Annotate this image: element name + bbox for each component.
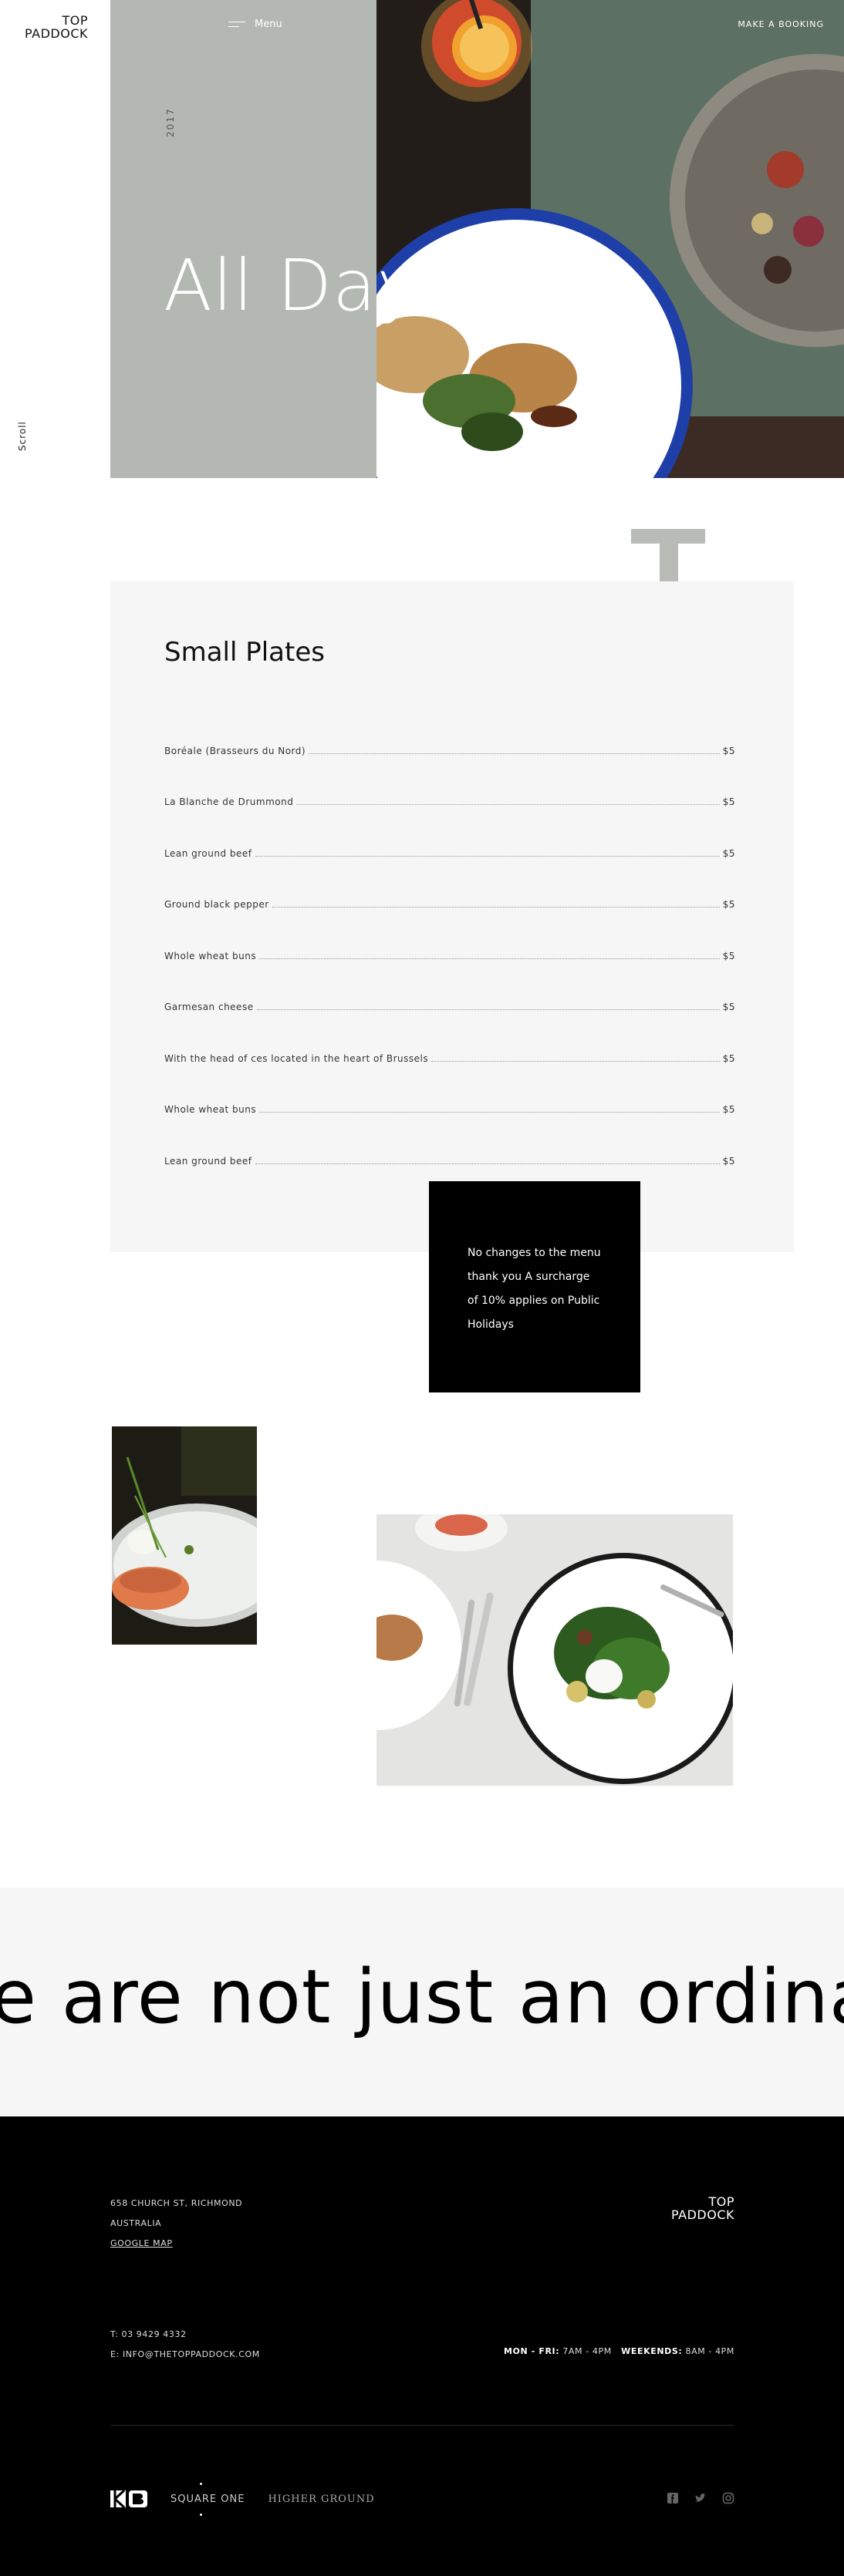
twitter-icon[interactable] (694, 2492, 707, 2504)
hero-grey-panel (110, 0, 376, 478)
dotted-leader (309, 753, 720, 754)
menu-item-name: Lean ground beef (164, 1155, 252, 1167)
menu-item-price: $5 (722, 950, 735, 961)
footer-divider (110, 2425, 734, 2426)
brand-square-one[interactable]: SQUARE ONE (170, 2482, 245, 2516)
menu-item-name: With the head of ces located in the hear… (164, 1052, 429, 1064)
menu-item: Boréale (Brasseurs du Nord) $5 (164, 705, 735, 756)
brand-higher-ground[interactable]: HIGHER GROUND (268, 2494, 374, 2505)
hours-weekday-label: MON - FRI: (504, 2346, 560, 2356)
dotted-leader (255, 855, 720, 857)
menu-item: Lean ground beef $5 (164, 1115, 735, 1167)
kb-logo-icon[interactable] (110, 2490, 147, 2507)
menu-item-name: Boréale (Brasseurs du Nord) (164, 745, 306, 756)
menu-item-name: Lean ground beef (164, 847, 252, 859)
menu-item-price: $5 (722, 1052, 735, 1064)
social-links (667, 2492, 734, 2504)
footer-logo-line-top: TOP (708, 2194, 734, 2209)
decorative-t-shape (631, 529, 705, 581)
google-map-link[interactable]: GOOGLE MAP (110, 2234, 242, 2254)
footer-address: 658 CHURCH ST, RICHMOND AUSTRALIA GOOGLE… (110, 2194, 242, 2254)
dotted-leader (259, 1112, 720, 1113)
footer-logo[interactable]: TOP PADDOCK (671, 2195, 734, 2221)
scroll-indicator[interactable]: Scroll (17, 421, 28, 451)
menu-item-price: $5 (722, 899, 735, 910)
menu-item-name: La Blanche de Drummond (164, 796, 294, 807)
site-footer: 658 CHURCH ST, RICHMOND AUSTRALIA GOOGLE… (0, 2116, 844, 2576)
address-country: AUSTRALIA (110, 2218, 162, 2228)
menu-item-name: Whole wheat buns (164, 950, 257, 961)
hours-weekday: 7AM - 4PM (562, 2346, 612, 2356)
menu-item: Garmesan cheese $5 (164, 961, 735, 1012)
menu-item: Lean ground beef $5 (164, 807, 735, 859)
footer-contact: T: 03 9429 4332 E: INFO@THETOPPADDOCK.CO… (110, 2325, 260, 2365)
menu-list: Boréale (Brasseurs du Nord) $5 La Blanche… (164, 705, 735, 1167)
menu-item-name: Garmesan cheese (164, 1002, 254, 1012)
instagram-icon[interactable] (722, 2492, 734, 2504)
facebook-icon[interactable] (667, 2492, 679, 2504)
menu-item: Whole wheat buns $5 (164, 1064, 735, 1115)
phone-number[interactable]: T: 03 9429 4332 (110, 2325, 260, 2345)
dotted-leader (431, 1060, 720, 1062)
dotted-leader (296, 804, 720, 805)
hamburger-icon (228, 21, 245, 29)
logo-line-bottom: PADDOCK (25, 26, 88, 41)
dotted-leader (259, 958, 720, 959)
marquee-text: e are not just an ordina (0, 1954, 844, 2040)
hours-weekend-label: WEEKENDS: (621, 2346, 683, 2356)
menu-item-price: $5 (722, 745, 735, 756)
menu-item-name: Whole wheat buns (164, 1104, 257, 1115)
menu-item-price: $5 (722, 1104, 735, 1115)
logo-line-top: TOP (62, 13, 88, 28)
menu-item-name: Ground black pepper (164, 899, 269, 910)
site-logo[interactable]: TOP PADDOCK (14, 14, 88, 40)
poached-egg-dish-photo (376, 1514, 733, 1786)
brand-square-one-label: SQUARE ONE (170, 2493, 245, 2505)
menu-toggle-button[interactable]: Menu (228, 19, 282, 30)
menu-item: Ground black pepper $5 (164, 859, 735, 910)
menu-item-price: $5 (722, 1155, 735, 1167)
menu-item-price: $5 (722, 847, 735, 859)
menu-note: No changes to the menu thank you A surch… (429, 1181, 640, 1392)
page-title: All Day Menu (164, 244, 641, 327)
hero-year: 2017 (165, 107, 176, 137)
opening-hours: MON - FRI: 7AM - 4PM WEEKENDS: 8AM - 4PM (504, 2346, 734, 2356)
menu-item-price: $5 (722, 796, 735, 807)
menu-item: La Blanche de Drummond $5 (164, 756, 735, 807)
menu-toggle-label: Menu (255, 19, 282, 30)
menu-item: With the head of ces located in the hear… (164, 1012, 735, 1064)
hours-weekend: 8AM - 4PM (685, 2346, 734, 2356)
dotted-leader (256, 1009, 720, 1010)
menu-card: Small Plates Boréale (Brasseurs du Nord)… (110, 581, 794, 1252)
footer-logo-line-bottom: PADDOCK (671, 2207, 734, 2222)
make-booking-link[interactable]: MAKE A BOOKING (738, 19, 824, 29)
dotted-leader (255, 1163, 720, 1164)
salmon-dish-photo (112, 1426, 257, 1645)
menu-item: Whole wheat buns $5 (164, 910, 735, 961)
menu-item-price: $5 (722, 1002, 735, 1012)
tagline-marquee: e are not just an ordina (0, 1887, 844, 2116)
hero-food-image (376, 0, 844, 478)
email-address[interactable]: E: INFO@THETOPPADDOCK.COM (110, 2345, 260, 2365)
sister-brands: SQUARE ONE HIGHER GROUND (110, 2482, 375, 2516)
section-title: Small Plates (164, 637, 325, 668)
address-street: 658 CHURCH ST, RICHMOND (110, 2198, 243, 2208)
